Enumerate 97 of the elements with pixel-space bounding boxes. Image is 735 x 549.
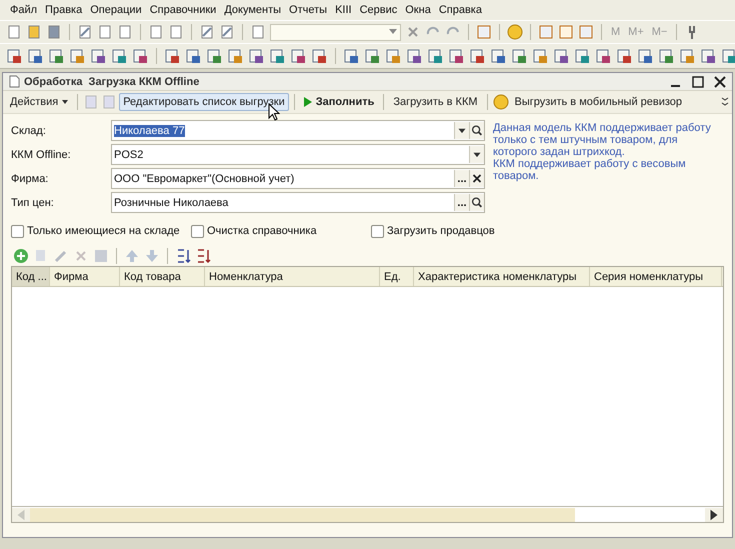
clear-icon[interactable] — [468, 170, 484, 187]
document-icon[interactable] — [616, 48, 632, 64]
document-icon — [9, 75, 20, 88]
document-icon[interactable] — [385, 48, 401, 64]
toolbar-button[interactable]: Редактировать список выгрузки — [119, 93, 289, 111]
document-icon[interactable] — [595, 48, 611, 64]
menu-item[interactable]: KIII — [335, 4, 352, 16]
dropdown-arrow-icon — [389, 29, 397, 35]
document-icon[interactable] — [132, 48, 148, 64]
actions-menu-button[interactable]: Действия — [6, 93, 72, 111]
menu-item[interactable]: Отчеты — [289, 4, 328, 16]
fill-button[interactable]: Заполнить — [300, 93, 378, 111]
field-value: ООО "Евромаркет"(Основной учет) — [114, 172, 294, 184]
document-icon[interactable] — [185, 48, 201, 64]
document-icon[interactable] — [48, 48, 64, 64]
document-icon[interactable] — [490, 48, 506, 64]
document-icon[interactable] — [679, 48, 695, 64]
column-header[interactable]: Номенклатура — [205, 267, 380, 286]
field-label: Склад: — [11, 124, 47, 136]
document-icon[interactable] — [553, 48, 569, 64]
scroll-right-icon[interactable] — [705, 508, 723, 522]
field-label: Фирма: — [11, 172, 50, 184]
add-icon[interactable] — [13, 248, 29, 264]
document-icon[interactable] — [164, 48, 180, 64]
document-icon[interactable] — [27, 48, 43, 64]
input-field[interactable]: Николаева 77 — [111, 120, 485, 141]
sort-ascending-icon[interactable] — [175, 248, 191, 264]
dropdown-button[interactable] — [468, 146, 484, 163]
sort-descending-icon[interactable] — [195, 248, 211, 264]
document-icon[interactable] — [700, 48, 716, 64]
column-header[interactable]: Фирма — [50, 267, 120, 286]
menu-item[interactable]: Справка — [438, 4, 482, 16]
menu-item[interactable]: Окна — [405, 4, 431, 16]
document-icon[interactable] — [364, 48, 380, 64]
input-field[interactable]: Розничные Николаева ... — [111, 192, 485, 213]
document-icon[interactable] — [574, 48, 590, 64]
document-icon[interactable] — [206, 48, 222, 64]
menu-item[interactable]: Файл — [10, 4, 38, 16]
field-label: ККМ Offline: — [11, 148, 72, 160]
info-text: ККМ поддерживает работу с весовым товаром. — [492, 158, 687, 182]
menu-item[interactable]: Правка — [45, 4, 82, 16]
column-header[interactable]: Характеристика номенклатуры — [414, 267, 590, 286]
input-field[interactable]: POS2 — [111, 144, 485, 165]
checkbox-label: Загрузить продавцов — [387, 225, 495, 237]
checkbox[interactable] — [371, 224, 384, 238]
document-icon[interactable] — [532, 48, 548, 64]
document-icon[interactable] — [427, 48, 443, 64]
caret-icon — [62, 100, 68, 104]
maximize-icon[interactable] — [692, 76, 704, 88]
choose-button[interactable]: ... — [454, 194, 469, 211]
checkbox[interactable] — [11, 224, 24, 238]
field-value: Николаева 77 — [114, 124, 185, 136]
document-icon[interactable] — [311, 48, 327, 64]
document-icon[interactable] — [721, 48, 735, 64]
column-header[interactable]: Ед. — [380, 267, 414, 286]
horizontal-scrollbar[interactable] — [12, 506, 723, 522]
input-field[interactable]: ООО "Евромаркет"(Основной учет) ... — [111, 168, 485, 189]
choose-button[interactable]: ... — [454, 170, 469, 187]
document-icon[interactable] — [637, 48, 653, 64]
document-icon[interactable] — [269, 48, 285, 64]
column-header[interactable]: Код товара — [120, 267, 205, 286]
menu-item[interactable]: Справочники — [150, 4, 216, 16]
info-icon[interactable] — [507, 24, 523, 40]
field-label: Тип цен: — [11, 196, 55, 208]
close-icon[interactable] — [714, 76, 726, 88]
window-title: Обработка Загрузка ККМ Offline — [24, 76, 200, 88]
checkbox[interactable] — [191, 224, 204, 238]
new-icon[interactable] — [6, 24, 22, 40]
play-icon — [304, 97, 312, 107]
field-value: POS2 — [114, 148, 144, 160]
toolbar-button[interactable]: Загрузить в ККМ — [389, 93, 482, 111]
folder-icon[interactable] — [26, 24, 42, 40]
column-header[interactable]: Серия номенклатуры — [590, 267, 722, 286]
document-icon[interactable] — [406, 48, 422, 64]
document-icon[interactable] — [343, 48, 359, 64]
document-icon[interactable] — [69, 48, 85, 64]
document-icon[interactable] — [290, 48, 306, 64]
column-header[interactable]: Код ... — [12, 267, 50, 286]
menu-item[interactable]: Документы — [224, 4, 282, 16]
dropdown-button[interactable] — [454, 122, 469, 139]
chevrons-icon[interactable] — [721, 97, 729, 107]
document-icon[interactable] — [6, 48, 22, 64]
document-icon[interactable] — [248, 48, 264, 64]
info-text: Данная модель ККМ поддерживает работу только с тем штучным товаром, для которого задан штрихкод. — [492, 122, 712, 158]
document-icon[interactable] — [469, 48, 485, 64]
document-icon[interactable] — [448, 48, 464, 64]
document-icon[interactable] — [511, 48, 527, 64]
document-icon[interactable] — [90, 48, 106, 64]
field-value: Розничные Николаева — [114, 196, 228, 208]
checkbox-label: Только имеющиеся на складе — [27, 225, 180, 237]
menu-item[interactable]: Сервис — [360, 4, 398, 16]
checkbox-label: Очистка справочника — [207, 225, 317, 237]
toolbar-button[interactable]: Выгрузить в мобильный ревизор — [510, 93, 686, 111]
document-icon[interactable] — [227, 48, 243, 64]
document-icon[interactable] — [658, 48, 674, 64]
menu-item[interactable]: Операции — [90, 4, 142, 16]
document-icon[interactable] — [111, 48, 127, 64]
